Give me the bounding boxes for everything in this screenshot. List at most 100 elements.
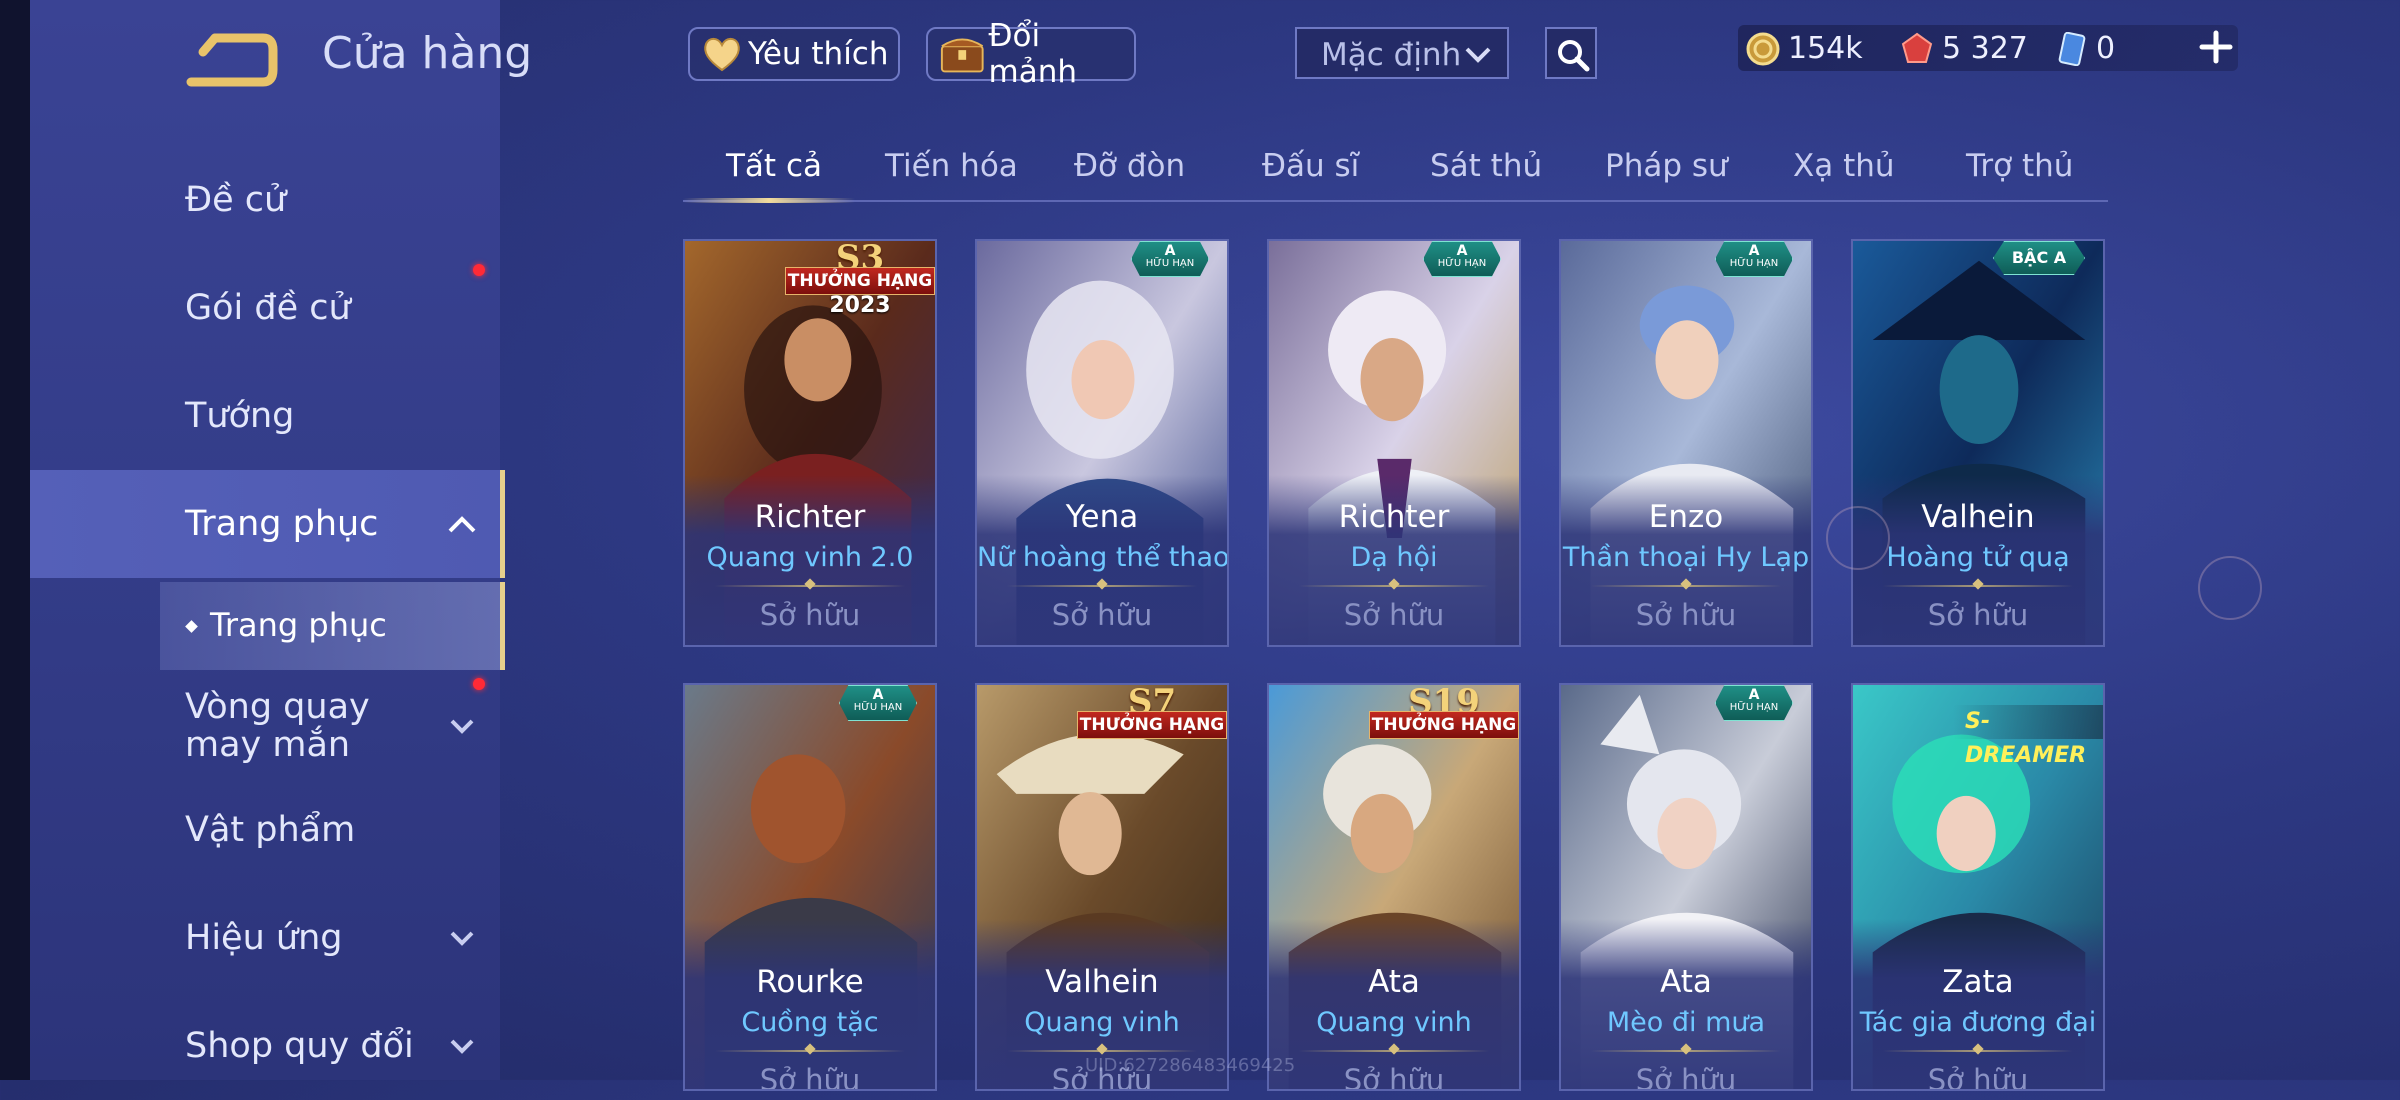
chevron-down-icon (450, 931, 474, 946)
favorite-button[interactable]: Yêu thích (688, 27, 900, 81)
hero-name: Richter (754, 499, 866, 535)
limited-badge: A HỮU HẠN (1715, 241, 1793, 277)
sidebar-item-label: Đề cử (185, 180, 287, 220)
badge-limited: HỮU HẠN (1729, 258, 1779, 269)
skin-card[interactable]: A HỮU HẠN Rourke Cuồng tặc Sở hữu (683, 683, 937, 1091)
sidebar-item-label: Trang phục (185, 504, 379, 544)
sort-dropdown[interactable]: Mặc định (1295, 27, 1509, 79)
ownership-status: Sở hữu (1343, 598, 1445, 632)
badge-tier: A (1456, 243, 1468, 259)
rank-label: THƯỞNG HẠNG (1077, 711, 1227, 739)
badge-tier: A (1164, 243, 1176, 259)
add-currency-button[interactable] (2196, 27, 2236, 67)
tabs-divider (683, 200, 2108, 202)
search-button[interactable] (1545, 27, 1597, 79)
tab-support[interactable]: Trợ thủ (1966, 148, 2073, 184)
sidebar-item-bundles[interactable]: Gói đề cử (30, 254, 500, 362)
notification-dot (473, 264, 485, 276)
chest-icon (940, 38, 984, 73)
decorative-emblem (2198, 556, 2262, 620)
gold-coin-icon (1746, 32, 1780, 65)
badge-tier: A (872, 687, 884, 703)
sort-value: Mặc định (1321, 37, 1462, 73)
sidebar-item-exchange-shop[interactable]: Shop quy đổi (30, 992, 500, 1100)
back-button[interactable] (185, 30, 280, 90)
skin-name: Dạ hội (1350, 542, 1438, 573)
skin-name: Quang vinh 2.0 (706, 542, 914, 573)
notification-dot (473, 678, 485, 690)
skin-name: Tác gia đương đại (1859, 1007, 2097, 1038)
skin-card[interactable]: A HỮU HẠN Richter Dạ hội Sở hữu (1267, 239, 1521, 647)
sidebar-item-effects[interactable]: Hiệu ứng (30, 884, 500, 992)
sidebar-item-lucky-spin[interactable]: Vòng quay may mắn (30, 672, 500, 780)
quan-huy-amount: 0 (2096, 31, 2116, 66)
sidebar-item-recommended[interactable]: Đề cử (30, 146, 500, 254)
skin-card[interactable]: A HỮU HẠN Ata Mèo đi mưa Sở hữu (1559, 683, 1813, 1091)
active-tab-indicator (683, 198, 855, 203)
tab-evolution[interactable]: Tiến hóa (885, 148, 1018, 184)
chevron-down-icon (450, 719, 474, 734)
skin-card[interactable]: A HỮU HẠN Enzo Thần thoại Hy Lạp Sở hữu (1559, 239, 1813, 647)
back-arrow-icon (186, 33, 278, 87)
gold-currency: 154k (1746, 31, 1863, 66)
sidebar-item-items[interactable]: Vật phẩm (30, 776, 500, 884)
hero-name: Valhein (1045, 964, 1159, 1000)
skin-card[interactable]: A HỮU HẠN Yena Nữ hoàng thể thao Sở hữu (975, 239, 1229, 647)
voucher-currency: 5 327 (1900, 31, 2028, 66)
badge-limited: HỮU HẠN (1145, 258, 1195, 269)
red-gem-icon (1901, 32, 1933, 63)
rank-badge: S3 THƯỞNG HẠNG 2023 (785, 241, 935, 318)
sidebar-item-label: Gói đề cử (185, 288, 351, 328)
tab-assassin[interactable]: Sát thủ (1430, 148, 1542, 184)
exchange-fragments-button[interactable]: Đổi mảnh (926, 18, 1136, 90)
hero-name: Valhein (1921, 499, 2035, 535)
page-title: Cửa hàng (322, 28, 533, 79)
tab-tank[interactable]: Đỡ đòn (1074, 148, 1185, 184)
skin-card[interactable]: S7 THƯỞNG HẠNG Valhein Quang vinh Sở hữu (975, 683, 1229, 1091)
sidebar-subitem-skins[interactable]: Trang phục (160, 582, 505, 670)
tab-mage[interactable]: Pháp sư (1605, 148, 1728, 184)
user-id: UID:6272864834694­25 (1085, 1055, 1296, 1076)
sidebar-item-label: Vật phẩm (185, 810, 356, 850)
limited-badge: A HỮU HẠN (1715, 685, 1793, 721)
sidebar-item-skins[interactable]: Trang phục (30, 470, 505, 578)
skin-name: Quang vinh (1316, 1007, 1472, 1038)
skin-card[interactable]: S3 THƯỞNG HẠNG 2023 Richter Quang vinh 2… (683, 239, 937, 647)
ownership-status: Sở hữu (1635, 598, 1737, 632)
rank-label: THƯỞNG HẠNG (785, 267, 935, 295)
skin-name: Cuồng tặc (741, 1007, 879, 1038)
tab-fighter[interactable]: Đấu sĩ (1262, 148, 1359, 184)
sidebar-item-label: Hiệu ứng (185, 918, 343, 958)
hero-name: Ata (1368, 964, 1420, 1000)
skin-name: Nữ hoàng thể thao (977, 542, 1229, 573)
sidebar-item-label: Vòng quay may mắn (185, 687, 370, 765)
voucher-amount: 5 327 (1942, 31, 2028, 66)
limited-badge: A HỮU HẠN (839, 685, 917, 721)
badge-limited: HỮU HẠN (853, 702, 903, 713)
rank-badge: S19 THƯỞNG HẠNG (1369, 685, 1519, 739)
badge-limited: HỮU HẠN (1437, 258, 1487, 269)
tab-marksman[interactable]: Xạ thủ (1793, 148, 1895, 184)
hero-name: Ata (1660, 964, 1712, 1000)
hero-name: Zata (1942, 964, 2014, 1000)
collection-badge: S-DREAMER (1953, 705, 2103, 768)
tab-all[interactable]: Tất cả (726, 148, 822, 184)
ownership-status: Sở hữu (1927, 598, 2029, 632)
sidebar-item-heroes[interactable]: Tướng (30, 362, 500, 470)
search-icon (1558, 40, 1590, 72)
heart-icon (704, 37, 740, 72)
skin-card[interactable]: BẬC A Valhein Hoàng tử quạ Sở hữu (1851, 239, 2105, 647)
ownership-status: Sở hữu (1343, 1063, 1445, 1091)
ownership-status: Sở hữu (1051, 598, 1153, 632)
quan-huy-currency: 0 (2056, 31, 2115, 66)
sidebar-item-label: Shop quy đổi (185, 1026, 414, 1066)
hero-name: Enzo (1648, 499, 1724, 535)
hero-name: Richter (1338, 499, 1450, 535)
ownership-status: Sở hữu (759, 598, 861, 632)
sidebar-item-label: Tướng (185, 396, 295, 436)
skin-card[interactable]: S-DREAMER Zata Tác gia đương đại Sở hữu (1851, 683, 2105, 1091)
badge-tier: A (1748, 243, 1760, 259)
sidebar-subitem-label: Trang phục (210, 606, 387, 644)
skin-card[interactable]: S19 THƯỞNG HẠNG Ata Quang vinh Sở hữu (1267, 683, 1521, 1091)
skin-name: Quang vinh (1024, 1007, 1180, 1038)
